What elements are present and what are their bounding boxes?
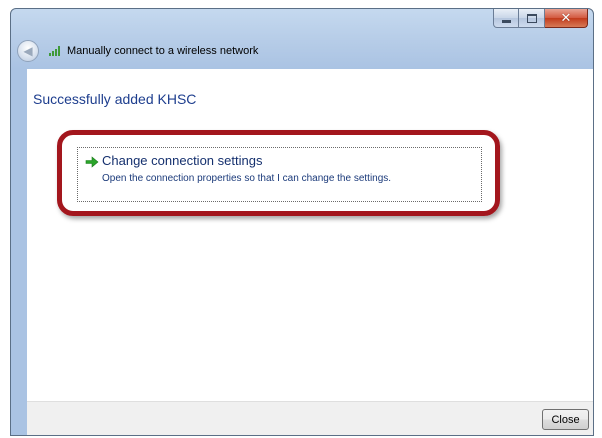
content-area: Successfully added KHSC Change connectio…: [27, 69, 593, 401]
close-button[interactable]: Close: [542, 409, 589, 430]
maximize-icon: [526, 13, 537, 23]
minimize-icon: [501, 19, 511, 23]
wizard-header: ◀ Manually connect to a wireless network: [11, 35, 593, 67]
close-window-button[interactable]: ✕: [545, 9, 588, 28]
window-title: Manually connect to a wireless network: [67, 45, 259, 57]
page-heading: Successfully added KHSC: [33, 91, 197, 107]
command-link-description: Open the connection properties so that I…: [102, 173, 392, 184]
maximize-button[interactable]: [519, 9, 545, 28]
change-connection-settings-link[interactable]: Change connection settings Open the conn…: [77, 147, 482, 202]
dialog-footer: Close: [27, 401, 593, 435]
wireless-signal-icon: [49, 46, 62, 56]
minimize-button[interactable]: [493, 9, 519, 28]
back-arrow-icon: ◀: [23, 44, 33, 58]
close-icon: ✕: [560, 10, 572, 26]
green-arrow-icon: [85, 156, 99, 168]
back-button[interactable]: ◀: [17, 40, 39, 62]
caption-buttons: ✕: [493, 9, 588, 28]
dialog-window: ✕ ◀ Manually connect to a wireless netwo…: [10, 8, 594, 436]
command-link-title: Change connection settings: [102, 153, 263, 168]
